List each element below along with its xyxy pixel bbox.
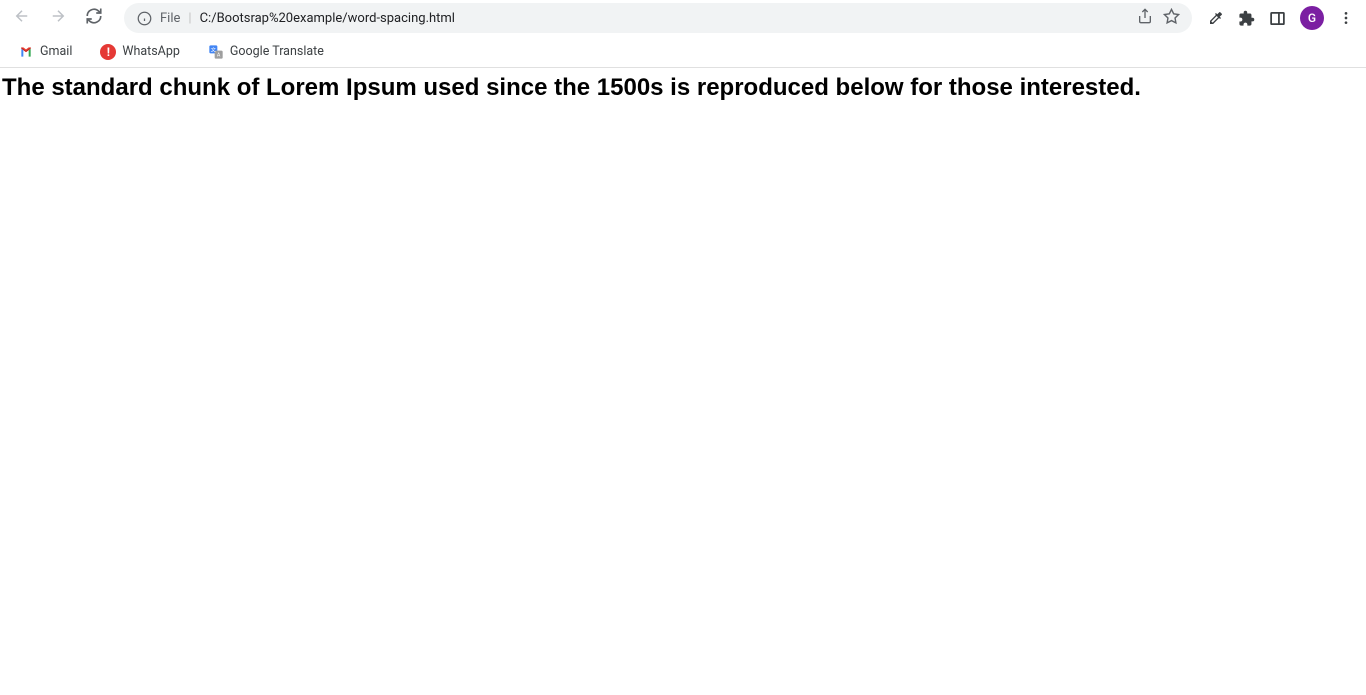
star-icon[interactable]	[1163, 8, 1180, 29]
url-input[interactable]: C:/Bootsrap%20example/word-spacing.html	[200, 11, 1129, 26]
bookmark-gmail[interactable]: Gmail	[12, 40, 78, 64]
reload-button[interactable]	[80, 4, 108, 32]
bookmark-translate[interactable]: 文A Google Translate	[202, 40, 330, 64]
bookmark-label: Google Translate	[230, 44, 324, 59]
menu-icon[interactable]	[1338, 10, 1354, 26]
whatsapp-icon: !	[100, 44, 116, 60]
gmail-icon	[18, 44, 34, 60]
bookmark-label: WhatsApp	[122, 44, 180, 59]
arrow-left-icon	[13, 7, 31, 29]
back-button[interactable]	[8, 4, 36, 32]
profile-avatar[interactable]: G	[1300, 6, 1324, 30]
browser-toolbar: File | C:/Bootsrap%20example/word-spacin…	[0, 0, 1366, 36]
extensions-icon[interactable]	[1238, 10, 1255, 27]
bookmarks-bar: Gmail ! WhatsApp 文A Google Translate	[0, 36, 1366, 68]
arrow-right-icon	[49, 7, 67, 29]
url-prefix: File	[160, 11, 180, 26]
omnibox[interactable]: File | C:/Bootsrap%20example/word-spacin…	[124, 3, 1192, 33]
page-text: The standard chunk of Lorem Ipsum used s…	[0, 68, 1366, 103]
toolbar-right: G	[1208, 6, 1358, 30]
eyedropper-icon[interactable]	[1208, 10, 1224, 26]
panel-icon[interactable]	[1269, 10, 1286, 27]
avatar-letter: G	[1308, 11, 1316, 25]
browser-chrome: File | C:/Bootsrap%20example/word-spacin…	[0, 0, 1366, 68]
reload-icon	[85, 7, 103, 29]
translate-icon: 文A	[208, 44, 224, 60]
bookmark-label: Gmail	[40, 44, 72, 59]
forward-button[interactable]	[44, 4, 72, 32]
url-separator: |	[188, 11, 191, 26]
info-icon	[136, 10, 152, 26]
omnibox-actions	[1137, 8, 1180, 29]
bookmark-whatsapp[interactable]: ! WhatsApp	[94, 40, 186, 64]
share-icon[interactable]	[1137, 8, 1153, 28]
page-content: The standard chunk of Lorem Ipsum used s…	[0, 68, 1366, 103]
svg-text:A: A	[217, 52, 221, 58]
